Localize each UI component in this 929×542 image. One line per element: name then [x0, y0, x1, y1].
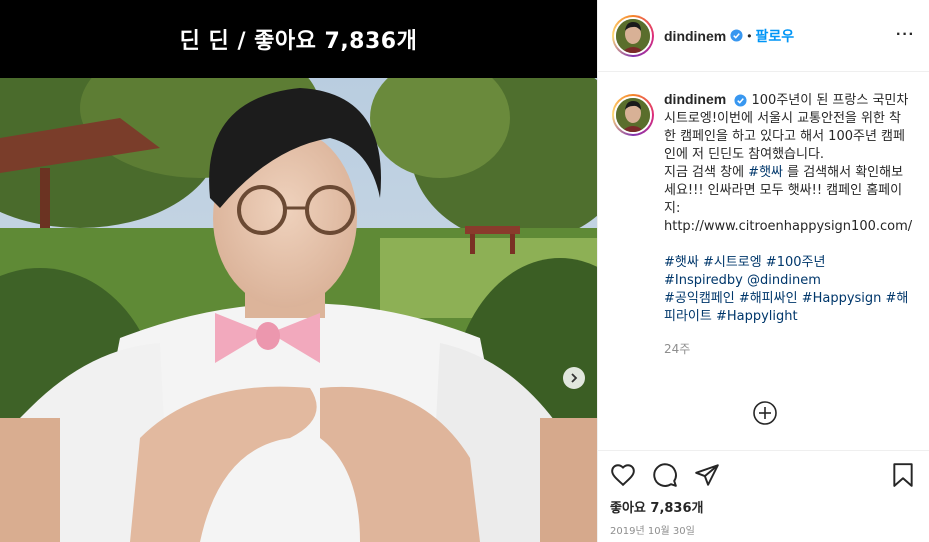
caption-avatar[interactable] — [612, 94, 654, 136]
more-icon[interactable]: ··· — [896, 26, 915, 44]
action-icons — [610, 461, 918, 489]
hashtags-line-3[interactable]: #공익캠페인 #해피싸인 #Happysign #해피라이트 #Happylig… — [664, 290, 910, 326]
add-comment-icon[interactable] — [752, 400, 778, 426]
header-separator: • — [747, 28, 752, 43]
bookmark-icon[interactable] — [890, 462, 916, 488]
post-photo-illustration — [0, 78, 597, 542]
caption-line-2: 지금 검색 창에 — [664, 165, 749, 180]
like-count[interactable]: 좋아요 7,836개 — [610, 497, 918, 516]
post-side-panel: dindinem • 팔로우 ··· dindinem 100주년이 된 프랑스… — [597, 0, 929, 542]
verified-icon — [730, 29, 743, 42]
author-username[interactable]: dindinem — [664, 28, 726, 44]
avatar-image — [616, 98, 650, 132]
post-header: dindinem • 팔로우 ··· — [598, 0, 929, 72]
verified-icon — [734, 94, 747, 107]
post-photo[interactable] — [0, 78, 597, 542]
comment-icon[interactable] — [652, 462, 678, 488]
comments-area: dindinem 100주년이 된 프랑스 국민차 시트로엥!이번에 서울시 교… — [598, 78, 929, 450]
follow-button[interactable]: 팔로우 — [755, 26, 794, 46]
hashtags-line-2[interactable]: #Inspiredby @dindinem — [664, 272, 910, 290]
caption-username[interactable]: dindinem — [664, 91, 726, 107]
caption: dindinem 100주년이 된 프랑스 국민차 시트로엥!이번에 서울시 교… — [612, 90, 916, 358]
caption-text: dindinem 100주년이 된 프랑스 국민차 시트로엥!이번에 서울시 교… — [664, 90, 912, 358]
photo-pane: 딘 딘 / 좋아요 7,836개 — [0, 0, 597, 542]
photo-overlay-title: 딘 딘 / 좋아요 7,836개 — [179, 29, 418, 54]
photo-title-bar: 딘 딘 / 좋아요 7,836개 — [0, 0, 597, 78]
caption-timestamp: 24주 — [664, 342, 691, 356]
next-photo-button[interactable] — [563, 367, 585, 389]
author-avatar[interactable] — [612, 14, 654, 57]
hashtags-line-1[interactable]: #햇싸 #시트로엥 #100주년 — [664, 254, 910, 272]
heart-icon[interactable] — [610, 462, 636, 488]
post-date: 2019년 10월 30일 — [610, 526, 695, 537]
post-viewer: 딘 딘 / 좋아요 7,836개 dindinem • 팔로우 ··· dind… — [0, 0, 929, 542]
next-arrow-icon — [571, 373, 578, 383]
post-actions: 좋아요 7,836개 2019년 10월 30일 — [598, 450, 929, 537]
caption-inline-hashtag[interactable]: #햇싸 — [748, 165, 783, 180]
share-icon[interactable] — [694, 462, 720, 488]
avatar-image — [616, 18, 650, 53]
